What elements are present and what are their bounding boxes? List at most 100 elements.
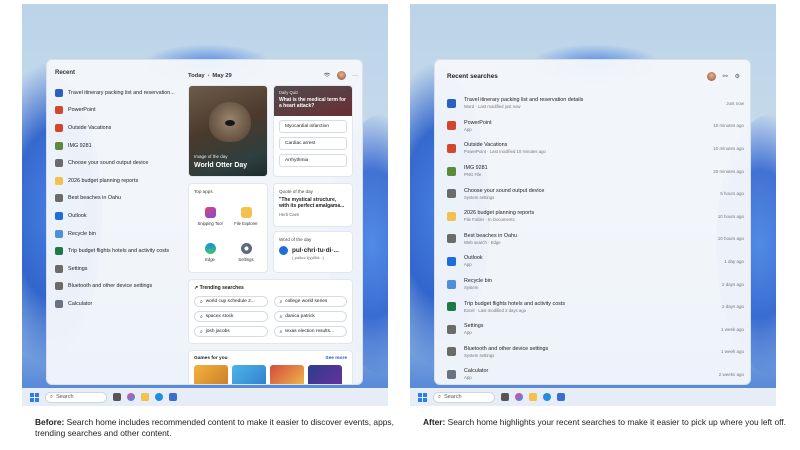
copilot-icon[interactable] bbox=[127, 393, 135, 401]
recent-item[interactable]: Trip budget flights hotels and activity … bbox=[55, 242, 184, 260]
word-of-the-day-card[interactable]: Word of the day pul·chri·tu·di·... (ˌpəl… bbox=[273, 231, 353, 273]
app-edge[interactable]: Edge bbox=[194, 236, 226, 268]
recent-item-label: Bluetooth and other device settings bbox=[68, 283, 153, 290]
image-of-the-day-card[interactable]: Image of the day World Otter Day bbox=[188, 85, 268, 177]
recent-search-item[interactable]: Choose your sound output device System se… bbox=[447, 182, 744, 205]
trending-search-label: college world series bbox=[285, 299, 328, 304]
app-settings[interactable]: Settings bbox=[230, 236, 262, 268]
recent-item-label: Best beaches in Oahu bbox=[68, 195, 122, 202]
see-more-link[interactable]: See more bbox=[325, 356, 347, 361]
store-icon[interactable] bbox=[169, 393, 177, 401]
trending-search-pill[interactable]: ⌕ college world series bbox=[273, 296, 347, 307]
file-explorer-icon[interactable] bbox=[529, 393, 537, 401]
recent-item[interactable]: Calculator bbox=[55, 295, 184, 313]
recent-search-item[interactable]: Travel itinerary packing list and reserv… bbox=[447, 92, 744, 115]
speaker-icon bbox=[55, 159, 63, 168]
game-tile[interactable] bbox=[232, 365, 266, 384]
word-title: Word of the day bbox=[279, 237, 312, 242]
gear-icon[interactable]: ⚙ bbox=[735, 73, 740, 80]
word-text: pul·chri·tu·di·... bbox=[292, 247, 339, 254]
recent-search-subtitle: App bbox=[464, 375, 472, 381]
recent-search-item[interactable]: IMG 9281 PNG File 20 minutes ago bbox=[447, 160, 744, 183]
avatar[interactable] bbox=[337, 71, 346, 80]
quiz-option[interactable]: Myocardial infarction bbox=[279, 120, 347, 133]
app-label: File Explorer bbox=[234, 220, 258, 226]
recent-item[interactable]: Outlook bbox=[55, 207, 184, 225]
game-tile[interactable] bbox=[270, 365, 304, 384]
recent-search-item[interactable]: Best beaches in Oahu Web search · Edge 10 … bbox=[447, 228, 744, 251]
wifi-icon[interactable] bbox=[323, 72, 331, 80]
quiz-option[interactable]: Arrhythmia bbox=[279, 154, 347, 167]
search-icon bbox=[447, 234, 456, 244]
powerpoint-icon bbox=[447, 143, 456, 153]
trending-search-pill[interactable]: ⌕ josh jacobs bbox=[194, 326, 268, 337]
recent-column: Recent Travel itinerary packing list and… bbox=[47, 60, 184, 384]
search-icon: ⌕ bbox=[279, 329, 283, 335]
share-icon[interactable]: ⚯ bbox=[723, 73, 728, 80]
recent-item[interactable]: 2026 budget planning reports bbox=[55, 172, 184, 190]
snipping-tool-icon bbox=[204, 206, 216, 218]
recent-item[interactable]: Bluetooth and other device settings bbox=[55, 278, 184, 296]
store-icon[interactable] bbox=[557, 393, 565, 401]
taskbar-search-box[interactable]: ⌕ Search bbox=[45, 391, 107, 403]
edge-icon[interactable] bbox=[155, 393, 163, 401]
trending-search-label: josh jacobs bbox=[205, 329, 230, 334]
recent-item[interactable]: Settings bbox=[55, 260, 184, 278]
word-pronunciation: (ˌpəlkrəˈt(y)o͞od...) bbox=[292, 255, 325, 260]
recent-search-item[interactable]: Outside Vacations PowerPoint · Last modif… bbox=[447, 137, 744, 160]
search-icon: ⌕ bbox=[279, 299, 283, 305]
after-caption: After: Search home highlights your recen… bbox=[423, 417, 791, 428]
taskbar-search-box[interactable]: ⌕ Search bbox=[433, 391, 495, 403]
recent-search-time: 1 week ago bbox=[720, 349, 744, 355]
recent-search-time: 2 weeks ago bbox=[718, 371, 744, 377]
avatar[interactable] bbox=[706, 72, 716, 81]
recent-search-item[interactable]: Settings App 1 week ago bbox=[447, 318, 744, 341]
recent-search-time: 5 hours ago bbox=[720, 191, 744, 197]
recent-search-item[interactable]: Recycle bin System 2 days ago bbox=[447, 273, 744, 296]
bullet-separator: • bbox=[207, 72, 210, 79]
trending-search-pill[interactable]: ⌕ texas election results... bbox=[273, 326, 347, 337]
taskbar: ⌕ Search bbox=[22, 388, 388, 406]
edge-icon bbox=[204, 242, 216, 254]
before-caption-text: Search home includes recommended content… bbox=[35, 417, 394, 439]
app-file-explorer[interactable]: File Explorer bbox=[230, 200, 262, 232]
windows-start-icon[interactable] bbox=[418, 392, 427, 402]
recent-item[interactable]: Choose your sound output device bbox=[55, 154, 184, 172]
recent-search-item[interactable]: Outlook App 1 day ago bbox=[447, 250, 744, 273]
recent-item[interactable]: Travel itinerary packing list and reserv… bbox=[55, 84, 184, 102]
trending-search-pill[interactable]: ⌕ danica patrick bbox=[273, 311, 347, 322]
speaker-icon[interactable] bbox=[279, 246, 288, 255]
recent-search-subtitle: PowerPoint · Last modified 10 minutes ag… bbox=[464, 149, 546, 155]
recent-search-time: 2 days ago bbox=[721, 281, 744, 287]
game-tile[interactable] bbox=[308, 365, 342, 384]
after-screenshot: Recent searches ⚯ ⚙ Travel itinerary pac… bbox=[410, 4, 776, 406]
copilot-icon[interactable] bbox=[515, 393, 523, 401]
recent-item[interactable]: Outside Vacations bbox=[55, 119, 184, 137]
gear-icon bbox=[55, 264, 63, 273]
task-view-icon[interactable] bbox=[501, 393, 509, 401]
task-view-icon[interactable] bbox=[113, 393, 121, 401]
file-explorer-icon[interactable] bbox=[141, 393, 149, 401]
recent-search-name: IMG 9281 bbox=[464, 165, 488, 172]
recent-item[interactable]: Best beaches in Oahu bbox=[55, 190, 184, 208]
recent-search-item[interactable]: Calculator App 2 weeks ago bbox=[447, 363, 744, 384]
recent-item[interactable]: PowerPoint bbox=[55, 102, 184, 120]
app-label: Settings bbox=[238, 256, 254, 262]
quiz-option[interactable]: Cardiac arrest bbox=[279, 137, 347, 150]
recent-search-item[interactable]: Trip budget flights hotels and activity … bbox=[447, 295, 744, 318]
edge-icon[interactable] bbox=[543, 393, 551, 401]
recent-item[interactable]: Recycle bin bbox=[55, 225, 184, 243]
recent-search-item[interactable]: 2026 budget planning reports File Folder … bbox=[447, 205, 744, 228]
quote-of-the-day-card[interactable]: Quote of the day "The mystical structure… bbox=[273, 183, 353, 227]
more-icon[interactable]: ··· bbox=[352, 73, 358, 79]
game-tile[interactable] bbox=[194, 365, 228, 384]
recent-search-name: Recycle bin bbox=[464, 278, 492, 285]
trending-search-pill[interactable]: ⌕ world cup schedule 2... bbox=[194, 296, 268, 307]
windows-start-icon[interactable] bbox=[30, 392, 39, 402]
app-snipping-tool[interactable]: Snipping Tool bbox=[194, 200, 226, 232]
recent-search-item[interactable]: Bluetooth and other device settings Syste… bbox=[447, 341, 744, 364]
recent-item[interactable]: IMG 9281 bbox=[55, 137, 184, 155]
trending-search-pill[interactable]: ⌕ spacex stock bbox=[194, 311, 268, 322]
recent-search-item[interactable]: PowerPoint App 10 minutes ago bbox=[447, 115, 744, 138]
recent-item-label: Settings bbox=[68, 265, 88, 272]
